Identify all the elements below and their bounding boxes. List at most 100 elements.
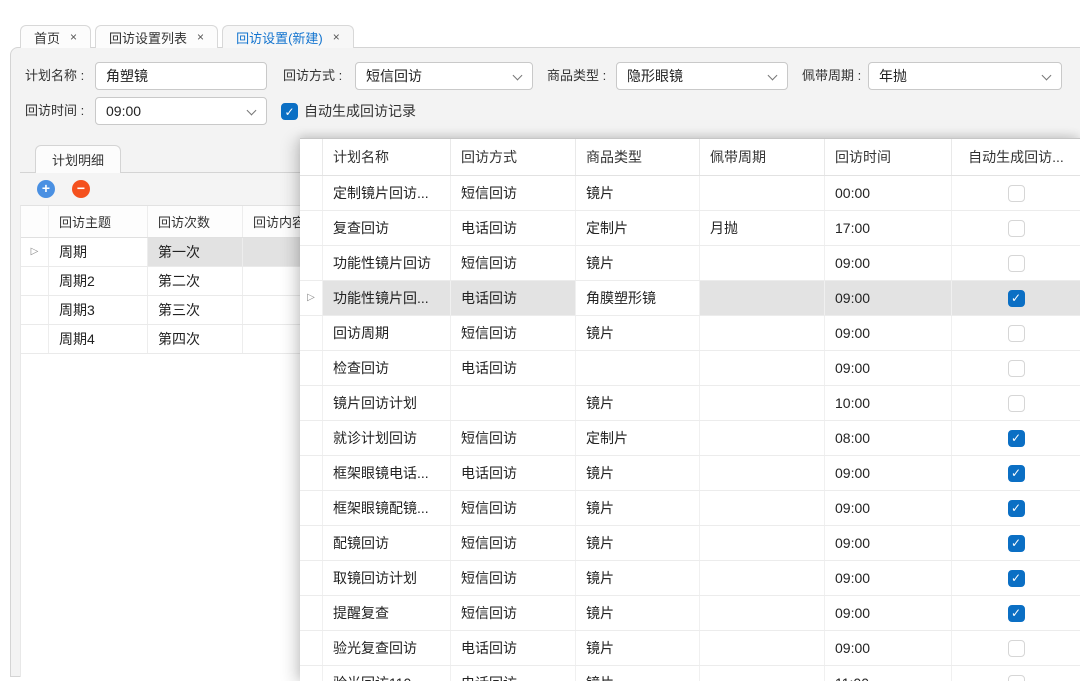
cell-product-type[interactable]: 镜片 [576, 491, 700, 525]
cell-wear-cycle[interactable] [700, 666, 825, 681]
cell-product-type[interactable]: 定制片 [576, 211, 700, 245]
cell-visit-topic[interactable]: 周期3 [49, 296, 148, 324]
plans-table-row[interactable]: 检查回访电话回访09:00✓ [300, 351, 1080, 386]
cell-visit-count[interactable]: 第三次 [148, 296, 243, 324]
cell-product-type[interactable]: 镜片 [576, 596, 700, 630]
remove-row-button[interactable]: − [72, 180, 90, 198]
plans-table-row[interactable]: 功能性镜片回访短信回访镜片 09:00✓ [300, 246, 1080, 281]
cell-visit-count[interactable]: 第二次 [148, 267, 243, 295]
visit-method-select[interactable]: 短信回访 [355, 62, 533, 90]
cell-auto-generate[interactable]: ✓ [952, 456, 1080, 490]
cell-visit-method[interactable]: 短信回访 [451, 176, 576, 210]
wear-cycle-select[interactable]: 年抛 [868, 62, 1062, 90]
cell-plan-name[interactable]: 框架眼镜配镜... [323, 491, 451, 525]
cell-plan-name[interactable]: 配镜回访 [323, 526, 451, 560]
tab-home[interactable]: 首页 × [20, 25, 91, 48]
auto-generate-checkbox[interactable]: ✓ [1008, 500, 1025, 517]
tab-visit-settings-new[interactable]: 回访设置(新建) × [222, 25, 354, 48]
auto-generate-checkbox[interactable]: ✓ [1008, 535, 1025, 552]
cell-wear-cycle[interactable] [700, 561, 825, 595]
cell-plan-name[interactable]: 功能性镜片回访 [323, 246, 451, 280]
cell-auto-generate[interactable]: ✓ [952, 246, 1080, 280]
cell-visit-method[interactable]: 短信回访 [451, 316, 576, 350]
cell-visit-time[interactable]: 09:00 [825, 596, 952, 630]
cell-product-type[interactable]: 定制片 [576, 421, 700, 455]
cell-visit-topic[interactable]: 周期2 [49, 267, 148, 295]
cell-auto-generate[interactable]: ✓ [952, 666, 1080, 681]
cell-product-type[interactable]: 镜片 [576, 561, 700, 595]
cell-product-type[interactable]: 镜片 [576, 631, 700, 665]
close-icon[interactable]: × [70, 31, 77, 43]
cell-visit-time[interactable]: 09:00 [825, 246, 952, 280]
cell-product-type[interactable]: 角膜塑形镜 [576, 281, 700, 315]
cell-plan-name[interactable]: 验光复查回访 [323, 631, 451, 665]
plans-table-row[interactable]: 定制镜片回访...短信回访镜片00:00✓ [300, 176, 1080, 211]
cell-auto-generate[interactable]: ✓ [952, 596, 1080, 630]
plans-table-row[interactable]: 提醒复查短信回访镜片09:00✓ [300, 596, 1080, 631]
cell-product-type[interactable]: 镜片 [576, 316, 700, 350]
plans-table-row[interactable]: 复查回访电话回访定制片月抛17:00✓ [300, 211, 1080, 246]
cell-visit-count[interactable]: 第四次 [148, 325, 243, 353]
auto-generate-checkbox[interactable]: ✓ [1008, 640, 1025, 657]
cell-auto-generate[interactable]: ✓ [952, 561, 1080, 595]
auto-generate-checkbox[interactable]: ✓ [1008, 675, 1025, 681]
auto-generate-checkbox[interactable]: ✓ [1008, 325, 1025, 342]
plans-table-row[interactable]: 镜片回访计划 镜片 10:00 ✓ [300, 386, 1080, 421]
auto-generate-checkbox[interactable]: ✓ [1008, 290, 1025, 307]
cell-visit-time[interactable]: 17:00 [825, 211, 952, 245]
cell-plan-name[interactable]: 回访周期 [323, 316, 451, 350]
cell-plan-name[interactable]: 检查回访 [323, 351, 451, 385]
cell-wear-cycle[interactable] [700, 491, 825, 525]
cell-wear-cycle[interactable] [700, 246, 825, 280]
cell-visit-method[interactable]: 电话回访 [451, 666, 576, 681]
auto-record-checkbox[interactable]: ✓ [281, 103, 298, 120]
cell-plan-name[interactable]: 功能性镜片回... [323, 281, 451, 315]
close-icon[interactable]: × [333, 31, 340, 43]
cell-plan-name[interactable]: 定制镜片回访... [323, 176, 451, 210]
auto-generate-checkbox[interactable]: ✓ [1008, 185, 1025, 202]
auto-generate-checkbox[interactable]: ✓ [1008, 430, 1025, 447]
cell-visit-method[interactable] [451, 386, 576, 420]
cell-auto-generate[interactable]: ✓ [952, 526, 1080, 560]
plans-table-row[interactable]: 配镜回访短信回访镜片09:00✓ [300, 526, 1080, 561]
cell-visit-count[interactable]: 第一次 [148, 238, 243, 266]
close-icon[interactable]: × [197, 31, 204, 43]
cell-visit-method[interactable]: 短信回访 [451, 246, 576, 280]
cell-visit-time[interactable]: 09:00 [825, 456, 952, 490]
cell-visit-time[interactable]: 09:00 [825, 631, 952, 665]
cell-visit-time[interactable]: 09:00 [825, 491, 952, 525]
auto-generate-checkbox[interactable]: ✓ [1008, 395, 1025, 412]
tab-plan-detail[interactable]: 计划明细 [35, 145, 121, 173]
cell-visit-time[interactable]: 09:00 [825, 281, 952, 315]
cell-plan-name[interactable]: 验光回访110 [323, 666, 451, 681]
cell-auto-generate[interactable]: ✓ [952, 421, 1080, 455]
cell-plan-name[interactable]: 就诊计划回访 [323, 421, 451, 455]
tab-visit-settings-list[interactable]: 回访设置列表 × [95, 25, 218, 48]
cell-wear-cycle[interactable]: 月抛 [700, 211, 825, 245]
cell-plan-name[interactable]: 取镜回访计划 [323, 561, 451, 595]
cell-auto-generate[interactable]: ✓ [952, 316, 1080, 350]
plans-table-row[interactable]: 验光回访110电话回访镜片11:00✓ [300, 666, 1080, 681]
cell-visit-time[interactable]: 10:00 [825, 386, 952, 420]
cell-wear-cycle[interactable] [700, 281, 825, 315]
cell-wear-cycle[interactable] [700, 596, 825, 630]
plan-name-input[interactable]: 角塑镜 [95, 62, 267, 90]
cell-auto-generate[interactable]: ✓ [952, 176, 1080, 210]
cell-product-type[interactable]: 镜片 [576, 456, 700, 490]
cell-visit-method[interactable]: 短信回访 [451, 421, 576, 455]
cell-visit-time[interactable]: 11:00 [825, 666, 952, 681]
cell-visit-method[interactable]: 短信回访 [451, 491, 576, 525]
cell-visit-time[interactable]: 09:00 [825, 526, 952, 560]
cell-auto-generate[interactable]: ✓ [952, 386, 1080, 420]
plans-table-row[interactable]: 框架眼镜配镜...短信回访镜片 09:00 ✓ [300, 491, 1080, 526]
cell-wear-cycle[interactable] [700, 316, 825, 350]
visit-time-select[interactable]: 09:00 [95, 97, 267, 125]
cell-visit-method[interactable]: 电话回访 [451, 456, 576, 490]
plans-table-row[interactable]: 就诊计划回访短信回访定制片08:00✓ [300, 421, 1080, 456]
cell-product-type[interactable]: 镜片 [576, 386, 700, 420]
product-type-select[interactable]: 隐形眼镜 [616, 62, 788, 90]
cell-wear-cycle[interactable] [700, 421, 825, 455]
cell-plan-name[interactable]: 镜片回访计划 [323, 386, 451, 420]
auto-generate-checkbox[interactable]: ✓ [1008, 220, 1025, 237]
cell-product-type[interactable]: 镜片 [576, 246, 700, 280]
